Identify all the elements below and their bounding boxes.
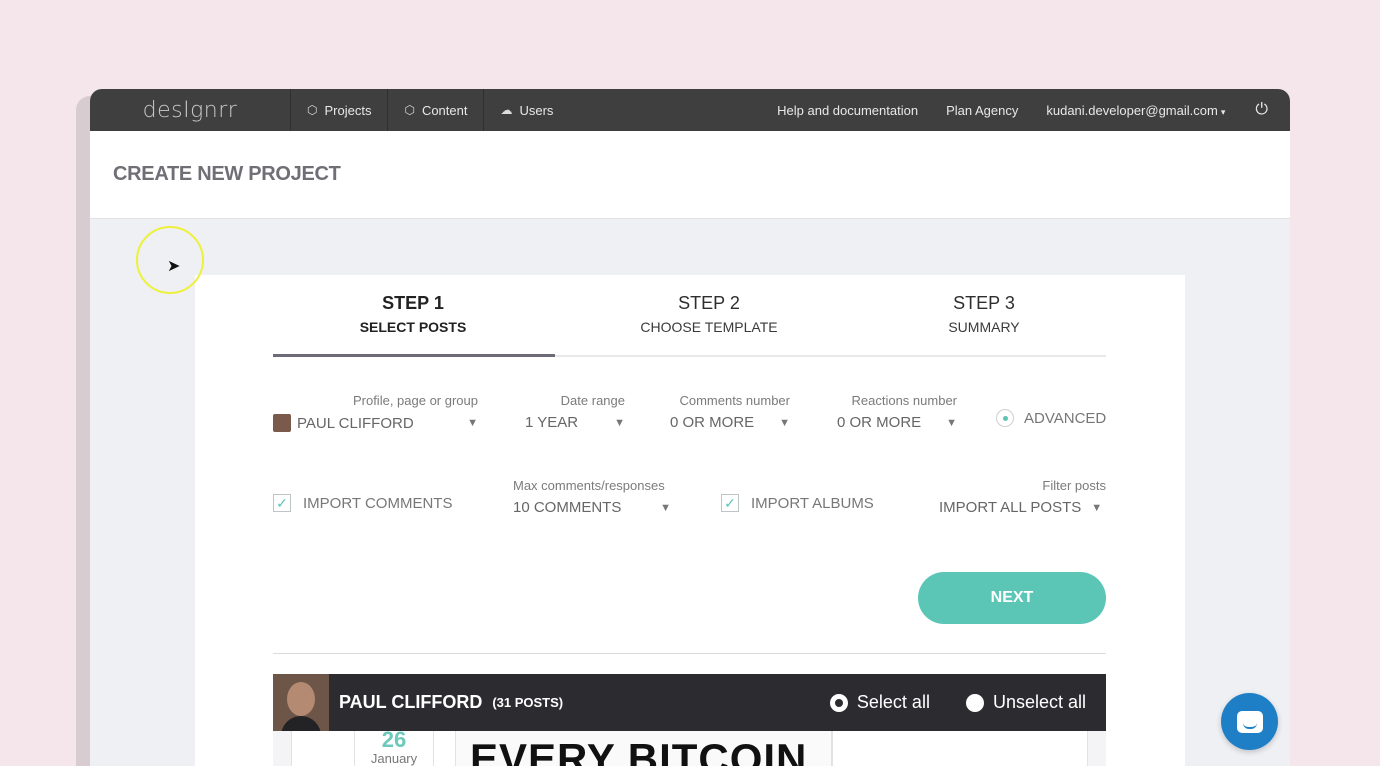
app-window: desIgnrr ⬡ Projects ⬡ Content ☁ Users He… <box>90 89 1290 766</box>
logout-icon[interactable]: ⏻ <box>1239 101 1290 119</box>
nav-projects[interactable]: ⬡ Projects <box>290 89 387 131</box>
chevron-down-icon: ▼ <box>779 416 790 429</box>
select-all-label: Select all <box>856 692 930 712</box>
advanced-toggle[interactable]: ADVANCED <box>996 409 1106 427</box>
reactions-number-value-row: 0 OR MORE ▼ <box>837 414 957 431</box>
comments-number-value-row: 0 OR MORE ▼ <box>670 414 790 431</box>
nav-projects-label: Projects <box>324 102 372 118</box>
advanced-radio[interactable] <box>996 409 1014 427</box>
nav-content[interactable]: ⬡ Content <box>387 89 483 131</box>
step-2[interactable]: STEP 2 CHOOSE TEMPLATE <box>569 293 849 335</box>
step-2-label: CHOOSE TEMPLATE <box>640 319 778 335</box>
profile-value: PAUL CLIFFORD <box>297 414 414 432</box>
chevron-down-icon: ▼ <box>946 416 957 429</box>
profile-select[interactable]: Profile, page or group PAUL CLIFFORD ▼ <box>273 393 478 432</box>
chat-launcher-button[interactable] <box>1221 693 1278 750</box>
reactions-number-select[interactable]: Reactions number 0 OR MORE ▼ <box>837 393 957 431</box>
active-step-indicator <box>273 354 555 357</box>
user-menu[interactable]: kudani.developer@gmail.com ▾ <box>1032 103 1239 118</box>
chevron-down-icon: ▾ <box>1220 106 1226 117</box>
chevron-down-icon: ▼ <box>467 417 478 429</box>
post-card[interactable] <box>832 731 1088 766</box>
profile-bar: PAUL CLIFFORD (31 POSTS) Select all Unse… <box>273 674 1106 731</box>
max-comments-value: 10 COMMENTS <box>513 499 622 516</box>
import-comments-checkbox[interactable]: ✓ <box>273 494 291 512</box>
post-image: EVERY BITCOIN <box>455 731 832 766</box>
max-comments-label: Max comments/responses <box>513 478 665 493</box>
filter-posts-value: IMPORT ALL POSTS <box>939 499 1082 516</box>
selection-controls: Select all Unselect all <box>829 692 1106 713</box>
logo[interactable]: desIgnrr <box>90 98 290 123</box>
next-button[interactable]: NEXT <box>918 572 1106 624</box>
filter-posts-label: Filter posts <box>1042 478 1106 493</box>
post-date-month: January <box>370 751 418 766</box>
users-icon: ☁ <box>500 103 513 117</box>
import-albums-label: IMPORT ALBUMS <box>751 494 874 512</box>
wizard-card: STEP 1 SELECT POSTS STEP 2 CHOOSE TEMPLA… <box>195 275 1185 766</box>
chat-icon <box>1236 710 1263 733</box>
nav-users-label: Users <box>519 102 554 118</box>
avatar <box>273 414 291 432</box>
nav-content-label: Content <box>421 102 468 118</box>
unselect-all-radio[interactable] <box>965 693 984 712</box>
box-icon: ⬡ <box>404 103 415 117</box>
user-email: kudani.developer@gmail.com <box>1046 102 1218 118</box>
chevron-down-icon: ▼ <box>1091 501 1103 514</box>
nav-users[interactable]: ☁ Users <box>483 89 569 131</box>
avatar <box>273 674 329 731</box>
divider <box>273 653 1106 654</box>
filter-posts-select[interactable]: Filter posts IMPORT ALL POSTS ▼ <box>939 478 1106 516</box>
chevron-down-icon: ▼ <box>660 501 671 514</box>
page-title: CREATE NEW PROJECT <box>113 163 341 185</box>
post-headline: EVERY BITCOIN <box>470 735 808 766</box>
date-range-label: Date range <box>560 393 625 408</box>
select-all-option[interactable]: Select all <box>829 692 930 713</box>
max-comments-value-row: 10 COMMENTS ▼ <box>513 499 671 516</box>
reactions-number-label: Reactions number <box>851 393 958 408</box>
select-all-radio[interactable] <box>829 693 848 712</box>
max-comments-select[interactable]: Max comments/responses 10 COMMENTS ▼ <box>513 478 671 516</box>
step-1-number: STEP 1 <box>382 293 444 313</box>
plan-link[interactable]: Plan Agency <box>932 103 1032 118</box>
profile-bar-count: (31 POSTS) <box>492 695 564 710</box>
date-range-value-row: 1 YEAR ▼ <box>525 414 625 431</box>
box-icon: ⬡ <box>307 103 318 117</box>
comments-number-label: Comments number <box>679 393 790 408</box>
advanced-label: ADVANCED <box>1024 409 1107 427</box>
post-list: 26 January EVERY BITCOIN <box>273 731 1106 766</box>
import-albums-option[interactable]: ✓ IMPORT ALBUMS <box>721 494 874 512</box>
page-header: CREATE NEW PROJECT <box>90 131 1290 219</box>
filter-posts-value-row: IMPORT ALL POSTS ▼ <box>939 499 1106 516</box>
import-albums-checkbox[interactable]: ✓ <box>721 494 739 512</box>
wizard-steps: STEP 1 SELECT POSTS STEP 2 CHOOSE TEMPLA… <box>273 293 1106 357</box>
help-link[interactable]: Help and documentation <box>763 103 932 118</box>
comments-number-value: 0 OR MORE <box>670 414 755 431</box>
step-1-label: SELECT POSTS <box>359 319 467 335</box>
profile-bar-name: PAUL CLIFFORD <box>339 692 483 712</box>
reactions-number-value: 0 OR MORE <box>837 414 922 431</box>
cursor-icon: ➤ <box>167 258 181 275</box>
unselect-all-label: Unselect all <box>992 692 1086 712</box>
profile-select-value: PAUL CLIFFORD ▼ <box>273 414 478 432</box>
step-3-label: SUMMARY <box>948 319 1020 335</box>
top-navbar: desIgnrr ⬡ Projects ⬡ Content ☁ Users He… <box>90 89 1290 131</box>
step-2-number: STEP 2 <box>678 293 740 313</box>
date-range-select[interactable]: Date range 1 YEAR ▼ <box>525 393 625 431</box>
import-comments-option[interactable]: ✓ IMPORT COMMENTS <box>273 494 452 512</box>
step-3[interactable]: STEP 3 SUMMARY <box>844 293 1124 335</box>
chevron-down-icon: ▼ <box>614 416 625 429</box>
import-comments-label: IMPORT COMMENTS <box>303 494 453 512</box>
date-range-value: 1 YEAR <box>525 414 579 431</box>
profile-select-label: Profile, page or group <box>352 393 478 408</box>
post-date-day: 26 <box>381 731 407 752</box>
unselect-all-option[interactable]: Unselect all <box>965 692 1086 713</box>
step-3-number: STEP 3 <box>953 293 1015 313</box>
step-1[interactable]: STEP 1 SELECT POSTS <box>273 293 553 335</box>
comments-number-select[interactable]: Comments number 0 OR MORE ▼ <box>670 393 790 431</box>
nav-right: Help and documentation Plan Agency kudan… <box>763 89 1290 131</box>
